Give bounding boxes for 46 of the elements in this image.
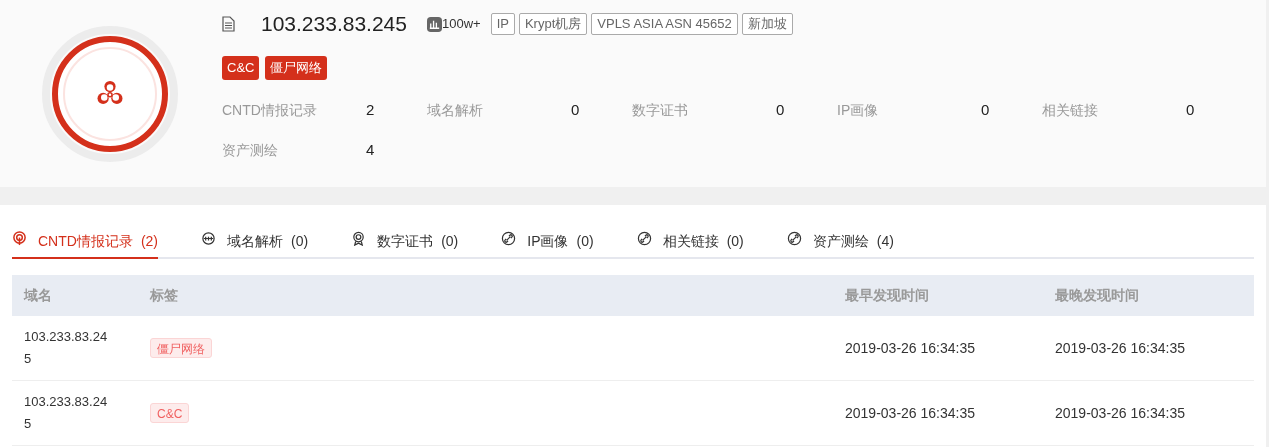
date-cell-text: 2019-03-26 16:34:35 [1055, 403, 1186, 423]
column-header: 最晚发现时间 [1055, 286, 1140, 305]
threat-tag: 僵尸网络 [265, 56, 328, 80]
column-header: 标签 [150, 286, 179, 305]
popularity-count: 100w+ [442, 15, 481, 34]
column-header: 域名 [24, 286, 53, 305]
stat-value: 0 [1186, 99, 1195, 120]
stat-label: IP画像 [837, 100, 880, 120]
column-header: 最早发现时间 [845, 286, 930, 305]
info-tag: IP [490, 13, 515, 35]
stat-value: 4 [366, 139, 375, 160]
tab[interactable]: 相关链接 (0) [636, 227, 744, 259]
stat-value: 2 [366, 99, 375, 120]
stat-value: 0 [776, 99, 785, 120]
link-icon [501, 231, 517, 246]
link-icon [636, 231, 652, 246]
award-icon [351, 231, 367, 246]
date-cell-text: 2019-03-26 16:34:35 [845, 403, 976, 423]
tab[interactable]: 数字证书 (0) [351, 227, 459, 259]
globe-icon [201, 231, 216, 246]
tab[interactable]: 域名解析 (0) [201, 227, 309, 259]
date-cell-text: 2019-03-26 16:34:35 [1055, 338, 1186, 358]
ip-address: 103.233.83.245 [261, 11, 407, 38]
tab[interactable]: 资产测绘 (4) [786, 227, 894, 259]
tag-chip: 僵尸网络 [150, 338, 212, 358]
tag-chip: C&C [150, 403, 190, 423]
chart-icon [427, 16, 442, 32]
stat-label: 数字证书 [632, 100, 689, 120]
tab[interactable]: CNTD情报记录 (2) [12, 227, 158, 259]
domain-cell-text: 103.233.83.245 [24, 393, 109, 433]
radar-icon [12, 231, 27, 246]
info-tag: 新加坡 [741, 13, 793, 35]
stat-label: CNTD情报记录 [222, 100, 318, 120]
stat-value: 0 [981, 99, 990, 120]
stat-value: 0 [571, 99, 580, 120]
document-icon [222, 16, 235, 32]
date-cell-text: 2019-03-26 16:34:35 [845, 338, 976, 358]
stat-label: 相关链接 [1042, 100, 1099, 120]
link-icon [786, 231, 802, 246]
stat-label: 域名解析 [427, 100, 484, 120]
stat-label: 资产测绘 [222, 140, 279, 160]
threat-tag: C&C [222, 56, 260, 80]
tab[interactable]: IP画像 (0) [501, 227, 594, 259]
info-tag: Krypt机房 [518, 13, 588, 35]
info-tag: VPLS ASIA ASN 45652 [591, 13, 738, 35]
domain-cell-text: 103.233.83.245 [24, 328, 109, 368]
